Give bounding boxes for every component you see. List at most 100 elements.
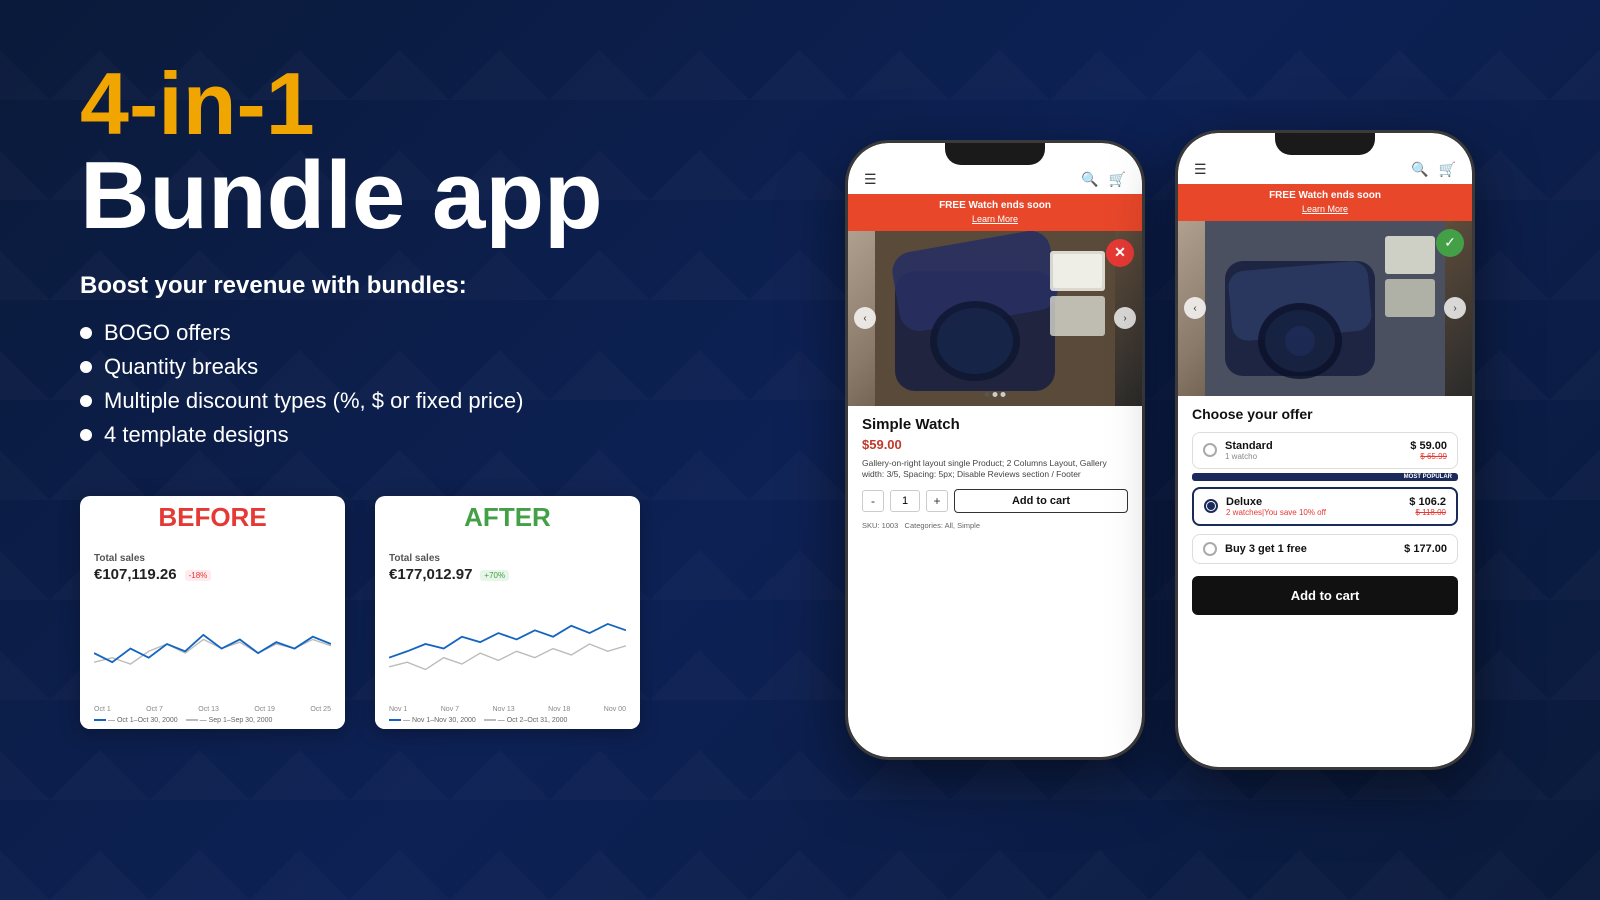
carousel-right-arrow-2[interactable]: › <box>1444 297 1466 319</box>
offer-name-bogo: Buy 3 get 1 free <box>1225 543 1396 555</box>
product-desc: Gallery-on-right layout single Product; … <box>862 458 1128 482</box>
success-badge: ✓ <box>1436 229 1464 257</box>
product-img-bg-2 <box>1178 221 1472 396</box>
feature-list: BOGO offers Quantity breaks Multiple dis… <box>80 320 640 456</box>
phone-1-product-image: ‹ › ✕ <box>848 231 1142 406</box>
bullet-text-2: Quantity breaks <box>104 354 258 380</box>
cart-icon-2[interactable]: 🛒 <box>1439 161 1456 178</box>
after-chart-title: Total sales <box>389 553 626 564</box>
hamburger-icon[interactable]: ☰ <box>864 171 877 188</box>
offer-info-bogo: Buy 3 get 1 free <box>1225 543 1396 555</box>
add-to-cart-button-1[interactable]: Add to cart <box>954 489 1128 513</box>
left-panel: 4-in-1 Bundle app Boost your revenue wit… <box>0 0 720 900</box>
offer-price-value-bogo: $ 177.00 <box>1404 543 1447 555</box>
offer-price-bogo: $ 177.00 <box>1404 543 1447 555</box>
dot <box>993 392 998 397</box>
phone-1-notch <box>945 143 1045 165</box>
carousel-left-arrow-2[interactable]: ‹ <box>1184 297 1206 319</box>
offer-bogo[interactable]: Buy 3 get 1 free $ 177.00 <box>1192 534 1458 564</box>
offer-standard[interactable]: Standard 1 watcho $ 59.00 $ 65.99 <box>1192 432 1458 469</box>
bullet-icon <box>80 327 92 339</box>
bullet-text-3: Multiple discount types (%, $ or fixed p… <box>104 388 523 414</box>
phone-1: ☰ 🔍 🛒 FREE Watch ends soon Learn More <box>845 140 1145 760</box>
offer-sub-standard: 1 watcho <box>1225 452 1402 461</box>
before-chart-value: €107,119.26 <box>94 566 177 583</box>
headline-part1: 4-in-1 <box>80 54 315 153</box>
dot <box>985 392 990 397</box>
before-chart-badge: -18% <box>185 570 212 581</box>
before-chart-legend: — Oct 1–Oct 30, 2000 — Sep 1–Sep 30, 200… <box>94 717 331 724</box>
phone-2-promo-banner: FREE Watch ends soon Learn More <box>1178 184 1472 221</box>
qty-plus-button[interactable]: + <box>926 490 948 512</box>
add-to-cart-button-2[interactable]: Add to cart <box>1192 576 1458 615</box>
offer-price-standard: $ 59.00 $ 65.99 <box>1410 440 1447 461</box>
phone-2-screen: ☰ 🔍 🛒 FREE Watch ends soon Learn More <box>1178 133 1472 767</box>
phone-2-product-image: ‹ › ✓ <box>1178 221 1472 396</box>
hamburger-icon-2[interactable]: ☰ <box>1194 161 1207 178</box>
offer-radio-bogo[interactable] <box>1203 542 1217 556</box>
before-label: BEFORE <box>80 496 345 539</box>
error-badge: ✕ <box>1106 239 1134 267</box>
quantity-row: - + Add to cart <box>862 489 1128 513</box>
list-item: Multiple discount types (%, $ or fixed p… <box>80 388 640 414</box>
after-chart-badge: +70% <box>480 570 509 581</box>
bullet-icon <box>80 361 92 373</box>
before-after-section: BEFORE Total sales €107,119.26 -18% Oc <box>80 496 640 729</box>
offer-sub-deluxe: 2 watches|You save 10% off <box>1226 508 1401 517</box>
offer-price-value-deluxe: $ 106.2 <box>1409 496 1446 508</box>
product-img-bg <box>848 231 1142 406</box>
offer-info-standard: Standard 1 watcho <box>1225 440 1402 461</box>
after-block: AFTER Total sales €177,012.97 +70% Nov <box>375 496 640 729</box>
search-icon-2[interactable]: 🔍 <box>1411 161 1428 178</box>
bullet-text-4: 4 template designs <box>104 422 289 448</box>
list-item: BOGO offers <box>80 320 640 346</box>
list-item: Quantity breaks <box>80 354 640 380</box>
phone-1-screen: ☰ 🔍 🛒 FREE Watch ends soon Learn More <box>848 143 1142 757</box>
qty-input[interactable] <box>890 490 920 512</box>
bullet-icon <box>80 395 92 407</box>
before-chart: Total sales €107,119.26 -18% Oct 1 Oct 7 <box>80 539 345 729</box>
offer-price-deluxe: $ 106.2 $ 118.00 <box>1409 496 1446 517</box>
phone-2: ☰ 🔍 🛒 FREE Watch ends soon Learn More <box>1175 130 1475 770</box>
search-icon[interactable]: 🔍 <box>1081 171 1098 188</box>
offer-name-deluxe: Deluxe <box>1226 496 1401 508</box>
right-panel: ☰ 🔍 🛒 FREE Watch ends soon Learn More <box>720 0 1600 900</box>
qty-minus-button[interactable]: - <box>862 490 884 512</box>
most-popular-badge: MOST POPULAR <box>1192 473 1458 481</box>
after-chart-labels: Nov 1 Nov 7 Nov 13 Nov 18 Nov 00 <box>389 706 626 713</box>
before-chart-svg <box>94 589 331 699</box>
phone-1-promo-link[interactable]: Learn More <box>858 213 1132 226</box>
carousel-left-arrow-1[interactable]: ‹ <box>854 307 876 329</box>
bullet-icon <box>80 429 92 441</box>
offer-price-value-standard: $ 59.00 <box>1410 440 1447 452</box>
before-chart-labels: Oct 1 Oct 7 Oct 13 Oct 19 Oct 25 <box>94 706 331 713</box>
watch-illustration-2 <box>1205 221 1445 396</box>
offer-old-price-deluxe: $ 118.00 <box>1409 508 1446 517</box>
phone-2-promo-title: FREE Watch ends soon <box>1188 189 1462 203</box>
dot <box>1001 392 1006 397</box>
phone-1-promo-title: FREE Watch ends soon <box>858 199 1132 213</box>
offer-name-standard: Standard <box>1225 440 1402 452</box>
offer-info-deluxe: Deluxe 2 watches|You save 10% off <box>1226 496 1401 517</box>
watch-illustration <box>875 231 1115 406</box>
offer-radio-deluxe[interactable] <box>1204 499 1218 513</box>
phone-1-promo-banner: FREE Watch ends soon Learn More <box>848 194 1142 231</box>
after-chart-legend: — Nov 1–Nov 30, 2000 — Oct 2–Oct 31, 200… <box>389 717 626 724</box>
subtitle: Boost your revenue with bundles: <box>80 272 640 300</box>
headline-part2: Bundle app <box>80 148 640 244</box>
offer-deluxe[interactable]: Deluxe 2 watches|You save 10% off $ 106.… <box>1192 487 1458 526</box>
list-item: 4 template designs <box>80 422 640 448</box>
after-chart-svg <box>389 589 626 699</box>
before-chart-title: Total sales <box>94 553 331 564</box>
product-price: $59.00 <box>862 437 1128 452</box>
cart-icon[interactable]: 🛒 <box>1109 171 1126 188</box>
phone-2-notch <box>1275 133 1375 155</box>
offer-radio-standard[interactable] <box>1203 443 1217 457</box>
bullet-text-1: BOGO offers <box>104 320 231 346</box>
choose-offer-title: Choose your offer <box>1178 396 1472 428</box>
product-name: Simple Watch <box>862 416 1128 433</box>
offer-old-price-standard: $ 65.99 <box>1410 452 1447 461</box>
before-block: BEFORE Total sales €107,119.26 -18% Oc <box>80 496 345 729</box>
phone-2-promo-link[interactable]: Learn More <box>1188 203 1462 216</box>
carousel-right-arrow-1[interactable]: › <box>1114 307 1136 329</box>
